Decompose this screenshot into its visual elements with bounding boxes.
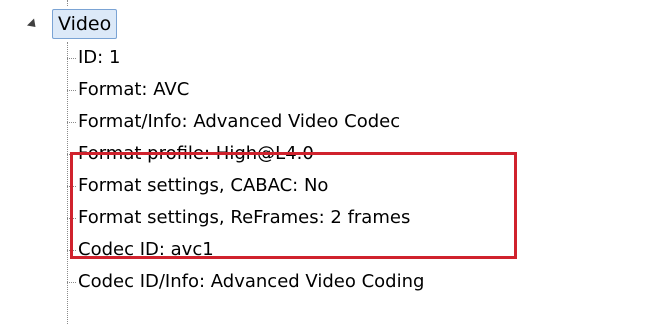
tree-branch-line xyxy=(67,217,76,219)
tree-item-label: ID: 1 xyxy=(78,47,121,68)
tree-item-codec-id[interactable]: Codec ID: avc1 xyxy=(67,234,627,266)
tree-item-label: Format settings, ReFrames: 2 frames xyxy=(78,207,411,228)
tree-node-video[interactable]: Video xyxy=(26,8,118,40)
video-children: ID: 1 Format: AVC Format/Info: Advanced … xyxy=(67,42,627,324)
tree-item-label: Format: AVC xyxy=(78,79,190,100)
tree-branch-line xyxy=(67,89,76,91)
tree-item-format-settings-cabac[interactable]: Format settings, CABAC: No xyxy=(67,170,627,202)
tree-branch-line xyxy=(67,281,76,283)
tree-branch-line xyxy=(67,153,76,155)
tree-item-label: Format profile: High@L4.0 xyxy=(78,143,314,164)
tree-item-label: Codec ID: avc1 xyxy=(78,239,214,260)
expand-arrow-icon[interactable] xyxy=(26,17,40,31)
tree-item-format-info[interactable]: Format/Info: Advanced Video Codec xyxy=(67,106,627,138)
tree-node-label-video[interactable]: Video xyxy=(52,9,118,39)
tree-item-codec-id-info[interactable]: Codec ID/Info: Advanced Video Coding xyxy=(67,266,627,298)
tree-branch-line xyxy=(67,121,76,123)
tree-branch-line xyxy=(67,249,76,251)
tree-item-format-profile[interactable]: Format profile: High@L4.0 xyxy=(67,138,627,170)
tree-item-format-settings-reframes[interactable]: Format settings, ReFrames: 2 frames xyxy=(67,202,627,234)
tree-item-label: Codec ID/Info: Advanced Video Coding xyxy=(78,271,425,292)
tree-item-label: Format settings, CABAC: No xyxy=(78,175,329,196)
tree-item-label: Format/Info: Advanced Video Codec xyxy=(78,111,401,132)
tree-branch-line xyxy=(67,57,76,59)
tree-connector-top xyxy=(67,0,68,6)
metadata-tree: Video ID: 1 Format: AVC Format/Info: Adv… xyxy=(0,0,654,324)
tree-item-id[interactable]: ID: 1 xyxy=(67,42,627,74)
tree-item-format[interactable]: Format: AVC xyxy=(67,74,627,106)
tree-branch-line xyxy=(67,185,76,187)
